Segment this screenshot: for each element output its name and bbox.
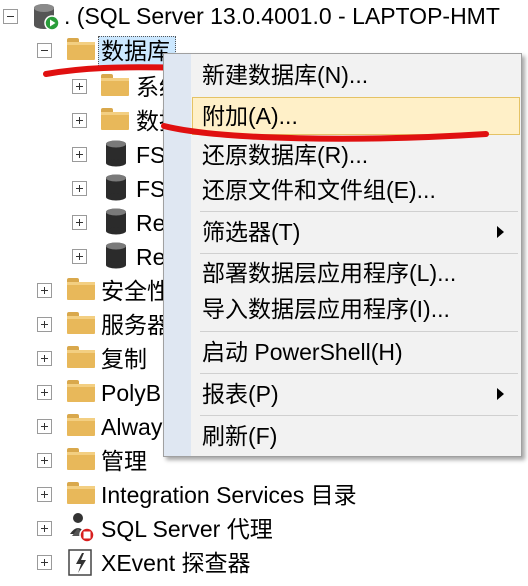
folder-icon bbox=[67, 278, 95, 300]
menu-item-label: 筛选器(T) bbox=[202, 219, 301, 245]
management-node-label[interactable]: 管理 bbox=[101, 445, 147, 477]
sql-agent-icon bbox=[70, 513, 95, 543]
menu-item-reports[interactable]: 报表(P) bbox=[192, 375, 520, 413]
integration-services-node-label[interactable]: Integration Services 目录 bbox=[101, 479, 357, 511]
collapse-toggle[interactable] bbox=[37, 43, 52, 58]
menu-item-import-data-tier[interactable]: 导入数据层应用程序(I)... bbox=[192, 290, 520, 328]
menu-item-filter[interactable]: 筛选器(T) bbox=[192, 213, 520, 251]
folder-icon bbox=[67, 312, 95, 334]
menu-separator bbox=[200, 373, 518, 374]
expand-toggle[interactable] bbox=[37, 351, 52, 366]
database-icon bbox=[106, 140, 126, 167]
expand-toggle[interactable] bbox=[72, 249, 87, 264]
menu-item-label: 导入数据层应用程序(I)... bbox=[202, 296, 450, 322]
db-child-label[interactable]: Re bbox=[136, 241, 165, 273]
database-icon bbox=[106, 208, 126, 235]
expand-toggle[interactable] bbox=[72, 113, 87, 128]
menu-item-restore-files[interactable]: 还原文件和文件组(E)... bbox=[192, 171, 520, 209]
polybase-node-label[interactable]: PolyB bbox=[101, 377, 161, 409]
menu-item-label: 新建数据库(N)... bbox=[202, 62, 369, 88]
context-menu: 新建数据库(N)... 附加(A)... 还原数据库(R)... 还原文件和文件… bbox=[163, 53, 522, 457]
menu-item-label: 部署数据层应用程序(L)... bbox=[202, 260, 457, 286]
submenu-arrow-icon bbox=[497, 388, 504, 400]
folder-icon bbox=[67, 482, 95, 504]
server-icon bbox=[34, 4, 60, 31]
xevent-profiler-node-label[interactable]: XEvent 探查器 bbox=[101, 547, 251, 579]
submenu-arrow-icon bbox=[497, 226, 504, 238]
xevent-profiler-icon bbox=[68, 549, 92, 576]
expand-toggle[interactable] bbox=[37, 283, 52, 298]
menu-item-start-powershell[interactable]: 启动 PowerShell(H) bbox=[192, 333, 520, 371]
expand-toggle[interactable] bbox=[37, 487, 52, 502]
menu-item-deploy-data-tier[interactable]: 部署数据层应用程序(L)... bbox=[192, 254, 520, 292]
expand-toggle[interactable] bbox=[37, 555, 52, 570]
menu-item-refresh[interactable]: 刷新(F) bbox=[192, 417, 520, 455]
annotation-underline bbox=[161, 123, 489, 142]
menu-item-new-database[interactable]: 新建数据库(N)... bbox=[192, 56, 520, 94]
replication-node-label[interactable]: 复制 bbox=[101, 343, 147, 375]
folder-icon bbox=[67, 448, 95, 470]
server-objects-node-label[interactable]: 服务器 bbox=[101, 309, 170, 341]
database-icon bbox=[106, 174, 126, 201]
alwayson-node-label[interactable]: Alway bbox=[101, 411, 162, 443]
expand-toggle[interactable] bbox=[37, 453, 52, 468]
expand-toggle[interactable] bbox=[37, 385, 52, 400]
db-child-label[interactable]: FS bbox=[136, 173, 165, 205]
menu-item-label: 还原文件和文件组(E)... bbox=[202, 177, 436, 203]
menu-item-label: 报表(P) bbox=[202, 381, 279, 407]
db-child-label[interactable]: Re bbox=[136, 207, 165, 239]
security-node-label[interactable]: 安全性 bbox=[101, 275, 170, 307]
expand-toggle[interactable] bbox=[72, 215, 87, 230]
server-node-label[interactable]: . (SQL Server 13.0.4001.0 - LAPTOP-HMT bbox=[64, 0, 500, 32]
menu-icon-gutter bbox=[164, 54, 191, 456]
sql-agent-node-label[interactable]: SQL Server 代理 bbox=[101, 513, 273, 545]
folder-icon bbox=[67, 380, 95, 402]
expand-toggle[interactable] bbox=[37, 419, 52, 434]
menu-item-label: 刷新(F) bbox=[202, 423, 278, 449]
database-icon bbox=[106, 242, 126, 269]
collapse-toggle[interactable] bbox=[3, 9, 18, 24]
expand-toggle[interactable] bbox=[37, 317, 52, 332]
folder-icon bbox=[67, 414, 95, 436]
menu-separator bbox=[200, 211, 518, 212]
expand-toggle[interactable] bbox=[72, 181, 87, 196]
menu-separator bbox=[200, 415, 518, 416]
menu-separator bbox=[200, 331, 518, 332]
menu-item-label: 启动 PowerShell(H) bbox=[202, 339, 403, 365]
folder-icon bbox=[67, 346, 95, 368]
folder-icon bbox=[67, 38, 95, 60]
expand-toggle[interactable] bbox=[72, 147, 87, 162]
expand-toggle[interactable] bbox=[37, 521, 52, 536]
folder-icon bbox=[101, 108, 129, 130]
